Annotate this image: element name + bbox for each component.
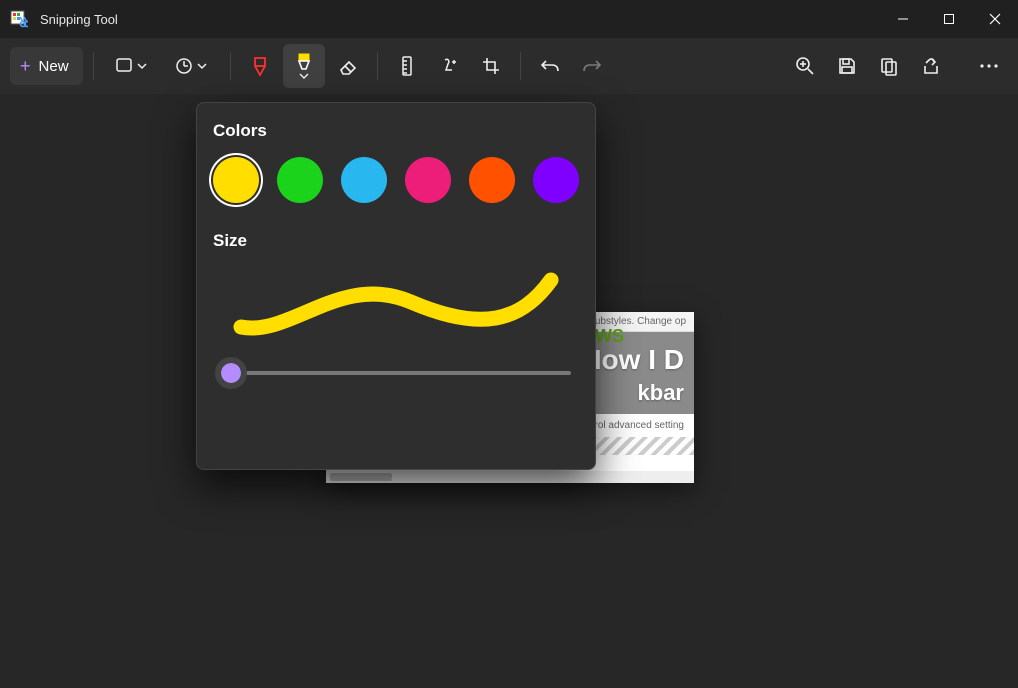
window-controls: [880, 0, 1018, 38]
color-swatch-1[interactable]: [277, 157, 323, 203]
share-button[interactable]: [912, 47, 950, 85]
size-slider-thumb[interactable]: [221, 363, 241, 383]
colors-heading: Colors: [213, 121, 579, 141]
color-swatch-5[interactable]: [533, 157, 579, 203]
app-icon: [10, 10, 28, 28]
stroke-preview: [213, 267, 579, 347]
snip-brand-text: WS: [595, 326, 624, 347]
highlighter-settings-popup: Colors Size: [196, 102, 596, 470]
snip-scrollbar: [326, 471, 694, 483]
size-slider[interactable]: [221, 371, 571, 375]
canvas-area[interactable]: ubstyles. Change op WS How I D kbar ontr…: [0, 94, 1018, 688]
ruler-tool[interactable]: [388, 47, 426, 85]
zoom-button[interactable]: [786, 47, 824, 85]
divider: [93, 52, 94, 80]
copy-button[interactable]: [870, 47, 908, 85]
window-title: Snipping Tool: [40, 12, 118, 27]
maximize-button[interactable]: [926, 0, 972, 38]
color-swatch-0[interactable]: [213, 157, 259, 203]
touch-writing-tool[interactable]: [430, 47, 468, 85]
title-bar: Snipping Tool: [0, 0, 1018, 38]
close-button[interactable]: [972, 0, 1018, 38]
delay-dropdown[interactable]: [164, 47, 220, 85]
color-swatch-2[interactable]: [341, 157, 387, 203]
color-swatch-4[interactable]: [469, 157, 515, 203]
eraser-tool[interactable]: [329, 47, 367, 85]
divider: [520, 52, 521, 80]
divider: [230, 52, 231, 80]
minimize-button[interactable]: [880, 0, 926, 38]
highlighter-tool[interactable]: [283, 44, 325, 88]
chevron-down-icon: [298, 72, 310, 80]
new-button[interactable]: + New: [10, 47, 83, 85]
color-swatches: [213, 157, 579, 203]
crop-tool[interactable]: [472, 47, 510, 85]
ballpoint-pen-tool[interactable]: [241, 47, 279, 85]
redo-button[interactable]: [573, 47, 611, 85]
undo-button[interactable]: [531, 47, 569, 85]
size-heading: Size: [213, 231, 579, 251]
plus-icon: +: [20, 56, 31, 77]
color-swatch-3[interactable]: [405, 157, 451, 203]
save-button[interactable]: [828, 47, 866, 85]
more-button[interactable]: [970, 47, 1008, 85]
divider: [377, 52, 378, 80]
new-label: New: [39, 58, 69, 75]
snip-mode-dropdown[interactable]: [104, 47, 160, 85]
toolbar: + New: [0, 38, 1018, 94]
